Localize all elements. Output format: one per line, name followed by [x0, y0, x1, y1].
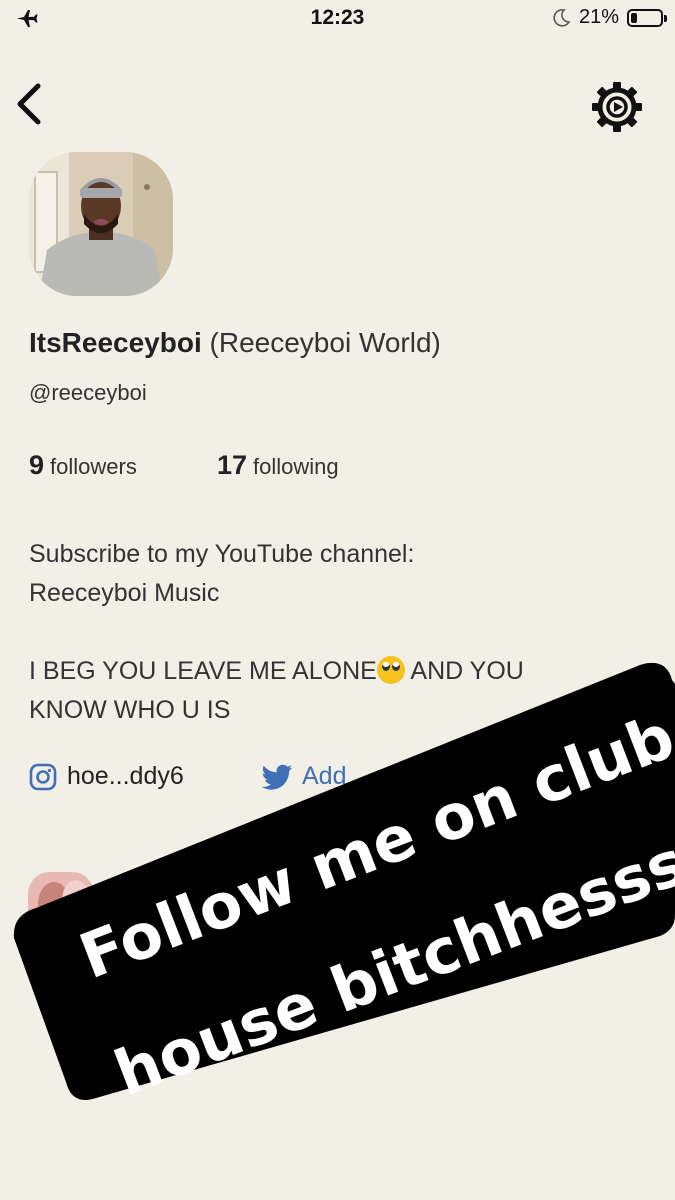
profile-username: @reeceyboi: [29, 380, 147, 405]
instagram-icon: [29, 763, 57, 790]
following-count: 17: [217, 450, 248, 480]
avatar-photo: [29, 152, 173, 296]
back-arrow-icon[interactable]: [10, 80, 50, 128]
bio-line: Subscribe to my YouTube channel:: [29, 540, 415, 568]
following-label: following: [253, 454, 339, 479]
display-name: ItsReeceyboi (Reeceyboi World): [29, 327, 441, 359]
profile-name: ItsReeceyboi: [29, 327, 202, 358]
followers-label: followers: [50, 454, 137, 479]
instagram-link[interactable]: hoe...ddy6: [29, 762, 184, 791]
profile-avatar[interactable]: [29, 152, 173, 296]
status-right: 21%: [551, 6, 667, 29]
moon-icon: [553, 8, 571, 27]
settings-gear-icon[interactable]: [590, 80, 644, 134]
profile-bio: Subscribe to my YouTube channel: Reeceyb…: [29, 535, 629, 730]
twitter-add-label: Add: [302, 762, 347, 790]
profile-name-suffix: (Reeceyboi World): [209, 327, 441, 358]
bio-line: I BEG YOU LEAVE ME ALONE AND YOU: [29, 652, 629, 691]
following-stat[interactable]: 17 following: [217, 450, 339, 481]
instagram-handle: hoe...ddy6: [67, 762, 184, 790]
eye-roll-emoji: [376, 656, 405, 684]
twitter-icon: [262, 764, 292, 790]
battery-percent: 21%: [578, 6, 619, 28]
battery-icon: [627, 8, 667, 27]
followers-count: 9: [29, 450, 45, 480]
twitter-add-link[interactable]: Add: [262, 762, 346, 791]
battery-level: [631, 12, 637, 23]
bio-line: Reeceyboi Music: [29, 579, 220, 607]
status-bar: 12:23 21%: [0, 0, 675, 38]
bio-text: AND YOU: [404, 657, 524, 685]
bio-line: KNOW WHO U IS: [29, 696, 231, 724]
bio-text: I BEG YOU LEAVE ME ALONE: [29, 657, 377, 685]
followers-stat[interactable]: 9 followers: [29, 450, 137, 481]
